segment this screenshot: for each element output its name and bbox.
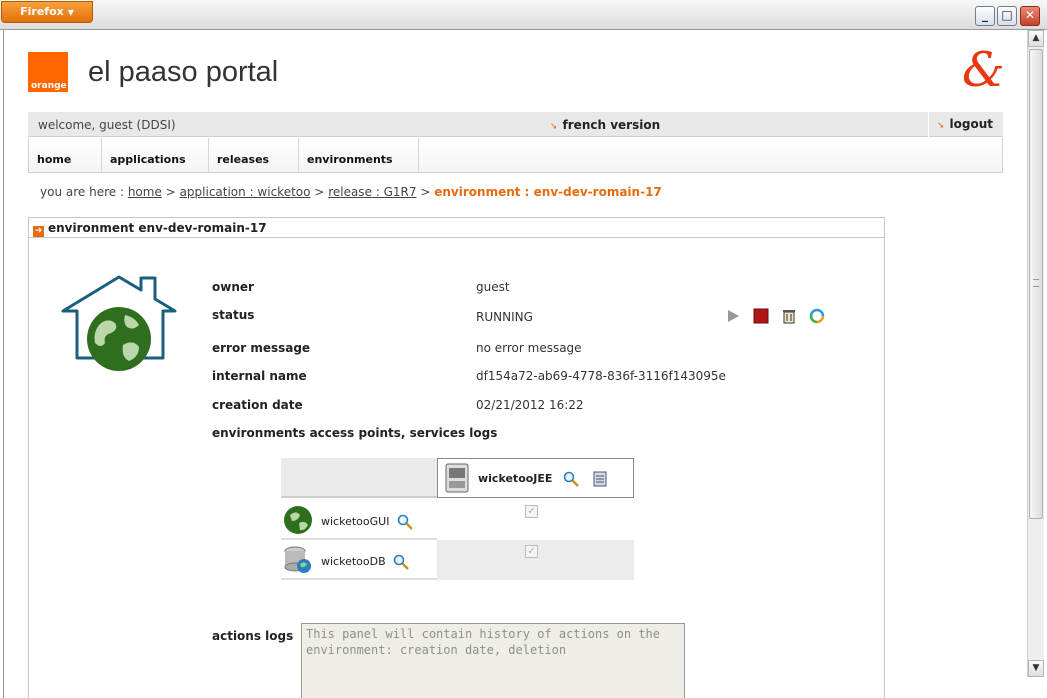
creation-date-label: creation date [212,398,303,412]
access-point-row: wicketooGUI ✓ [281,500,634,540]
scroll-thumb[interactable] [1029,49,1043,519]
server-icon [445,463,469,493]
nav-home[interactable]: home [29,138,102,172]
delete-icon[interactable] [781,308,797,324]
maximize-button[interactable]: □ [997,6,1017,26]
main-nav: home applications releases environments [28,138,1003,173]
error-message-value: no error message [476,341,582,355]
arrow-icon: ➘ [550,122,558,132]
arrow-icon: ➘ [937,121,945,131]
environment-house-icon [61,275,177,371]
welcome-text: welcome, guest (DDSI) [38,118,176,132]
breadcrumb-current: environment : env-dev-romain-17 [434,185,662,199]
window-titlebar: Firefox ▼ _ □ ✕ [0,0,1047,30]
ampersand-logo: & [962,42,1005,98]
nav-applications[interactable]: applications [102,138,209,172]
status-bar [0,677,1047,698]
arrow-right-icon: ➔ [33,226,44,237]
database-icon [284,546,311,573]
globe-icon [284,506,312,534]
vertical-scrollbar[interactable]: ▲ ▼ [1027,30,1044,677]
firefox-menu-button[interactable]: Firefox ▼ [1,1,93,23]
minimize-button[interactable]: _ [975,6,995,26]
owner-value: guest [476,280,510,294]
logout-label: logout [949,117,994,131]
search-icon[interactable] [397,514,413,530]
logo-text: orange [31,81,67,91]
orange-logo: orange [28,52,68,92]
refresh-icon[interactable] [809,308,825,324]
service-column-header: wicketooJEE [437,458,634,498]
panel-title: environment env-dev-romain-17 [48,221,267,235]
page-viewport: orange el paaso portal & welcome, guest … [3,30,1027,698]
access-checkbox[interactable]: ✓ [525,505,538,518]
log-document-icon[interactable] [593,471,607,487]
scroll-up-button[interactable]: ▲ [1028,30,1044,47]
creation-date-value: 02/21/2012 16:22 [476,398,584,412]
breadcrumb-separator: > [314,185,325,199]
access-point-name: wicketooDB [321,555,386,568]
site-title: el paaso portal [88,56,279,88]
panel-header: ➔ environment env-dev-romain-17 [29,218,884,238]
access-point-name: wicketooGUI [321,515,390,528]
french-version-link[interactable]: ➘ french version [550,118,660,132]
internal-name-value: df154a72-ab69-4778-836f-3116f143095e [476,369,726,383]
breadcrumb-prefix: you are here : [40,185,124,199]
welcome-bar: welcome, guest (DDSI) ➘ french version ➘ l… [28,112,1003,137]
owner-label: owner [212,280,254,294]
service-column-name: wicketooJEE [478,472,553,485]
status-label: status [212,308,255,322]
scroll-down-button[interactable]: ▼ [1028,660,1044,677]
breadcrumb-home[interactable]: home [128,185,162,199]
play-icon[interactable] [725,308,741,324]
access-points-table: wicketooJEE wicketooGUI ✓ wicketooDB ✓ [281,458,634,582]
access-points-label: environments access points, services log… [212,426,498,440]
internal-name-label: internal name [212,369,307,383]
close-button[interactable]: ✕ [1020,6,1040,26]
logout-link[interactable]: ➘ logout [928,112,1003,137]
nav-releases[interactable]: releases [209,138,299,172]
french-version-label: french version [562,118,661,132]
breadcrumb-release[interactable]: release : G1R7 [328,185,416,199]
breadcrumb-application[interactable]: application : wicketoo [180,185,311,199]
search-icon[interactable] [563,471,579,487]
actions-logs-label: actions logs [212,629,294,643]
breadcrumb: you are here : home > application : wick… [40,185,662,199]
firefox-menu-label: Firefox [20,5,64,18]
scroll-grip [1033,279,1039,287]
error-message-label: error message [212,341,311,355]
breadcrumb-separator: > [165,185,176,199]
stop-icon[interactable] [753,308,769,324]
environment-panel: ➔ environment env-dev-romain-17 owner gue… [28,217,885,698]
access-point-row: wicketooDB ✓ [281,540,634,580]
status-value: RUNNING [476,310,533,324]
nav-environments[interactable]: environments [299,138,419,172]
breadcrumb-separator: > [420,185,431,199]
chevron-down-icon: ▼ [67,8,74,17]
access-checkbox[interactable]: ✓ [525,545,538,558]
access-points-header: wicketooJEE [281,458,634,498]
search-icon[interactable] [393,554,409,570]
